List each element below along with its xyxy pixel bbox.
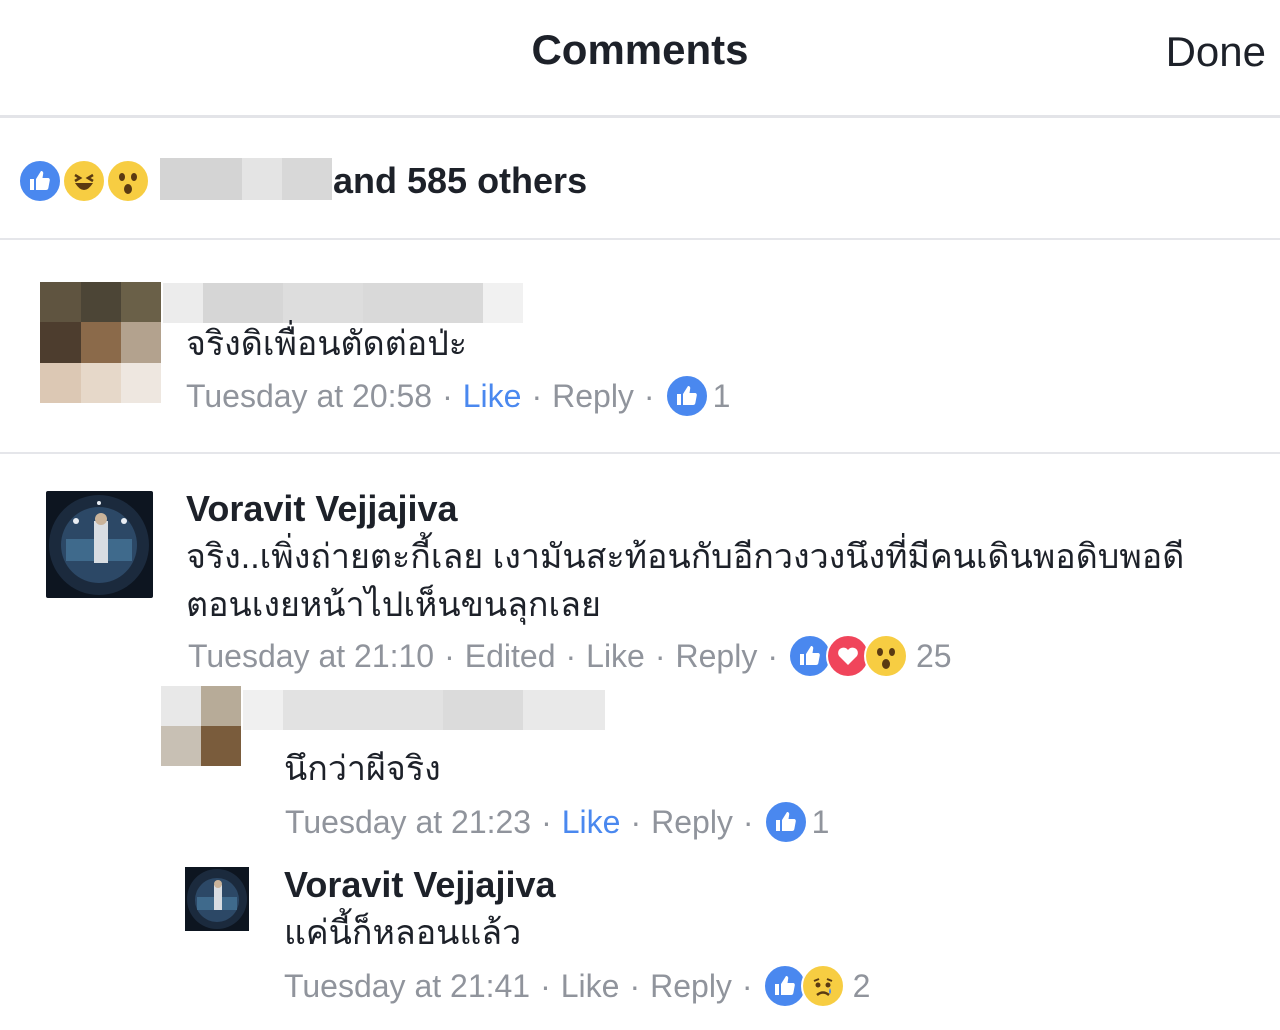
avatar[interactable] xyxy=(46,491,153,598)
reaction-count: 1 xyxy=(811,803,830,840)
blurred-names xyxy=(160,158,332,200)
comment-meta: Tuesday at 21:10 · Edited · Like · Reply… xyxy=(188,634,952,678)
haha-icon xyxy=(62,159,106,203)
reply-timestamp: Tuesday at 21:23 xyxy=(285,803,532,840)
reaction-badges[interactable] xyxy=(762,964,845,1008)
reaction-badges[interactable] xyxy=(763,800,808,844)
page-title: Comments xyxy=(531,26,749,73)
wow-icon xyxy=(863,634,908,678)
like-icon xyxy=(762,964,807,1008)
comment-text-line-2: ตอนเงยหน้าไปเห็นขนลุกเลย xyxy=(186,586,601,624)
comment-timestamp: Tuesday at 21:10 xyxy=(188,637,435,674)
reaction-count: 1 xyxy=(712,377,731,414)
avatar[interactable] xyxy=(185,867,249,931)
comments-header: Comments Done xyxy=(0,0,1280,118)
reply-link[interactable]: Reply xyxy=(651,804,733,841)
sad-icon xyxy=(800,964,845,1008)
reply-link[interactable]: Reply xyxy=(650,968,732,1005)
like-link[interactable]: Like xyxy=(562,804,621,841)
reply-author[interactable]: Voravit Vejjajiva xyxy=(284,864,556,906)
reaction-badges[interactable] xyxy=(664,374,709,418)
like-icon xyxy=(763,800,808,844)
comment-text: จริงดิเพื่อนตัดต่อป่ะ xyxy=(186,325,468,363)
comment-text-line-1: จริง..เพิ่งถ่ายตะกี้เลย เงามันสะท้อนกับอ… xyxy=(186,538,1185,576)
comment-timestamp: Tuesday at 20:58 xyxy=(186,377,433,414)
blurred-author-name xyxy=(243,690,605,730)
wow-icon xyxy=(106,159,150,203)
done-button[interactable]: Done xyxy=(1166,28,1266,76)
reply-link[interactable]: Reply xyxy=(676,638,758,675)
avatar[interactable] xyxy=(161,686,241,766)
divider xyxy=(0,452,1280,454)
reply-link[interactable]: Reply xyxy=(552,378,634,415)
reply-meta: Tuesday at 21:41 · Like · Reply · 2 xyxy=(284,964,870,1008)
edited-label[interactable]: Edited xyxy=(465,638,556,675)
comment-meta: Tuesday at 20:58 · Like · Reply · 1 xyxy=(186,374,730,418)
blurred-author-name xyxy=(163,283,523,323)
reaction-count: 25 xyxy=(915,637,952,674)
reaction-count: 2 xyxy=(852,967,871,1004)
like-link[interactable]: Like xyxy=(561,968,620,1005)
reaction-badges[interactable] xyxy=(787,634,908,678)
avatar[interactable] xyxy=(40,282,161,403)
reply-text: แค่นี้ก็หลอนแล้ว xyxy=(284,914,522,952)
reaction-icons xyxy=(18,159,150,203)
like-link[interactable]: Like xyxy=(586,638,645,675)
reply-text: นึกว่าผีจริง xyxy=(284,750,441,788)
reactions-others-text[interactable]: and 585 others xyxy=(333,160,587,202)
like-icon xyxy=(664,374,709,418)
reply-meta: Tuesday at 21:23 · Like · Reply · 1 xyxy=(285,800,829,844)
comment-author[interactable]: Voravit Vejjajiva xyxy=(186,488,458,530)
like-link[interactable]: Like xyxy=(463,378,522,415)
reply-timestamp: Tuesday at 21:41 xyxy=(284,967,531,1004)
like-icon xyxy=(18,159,62,203)
